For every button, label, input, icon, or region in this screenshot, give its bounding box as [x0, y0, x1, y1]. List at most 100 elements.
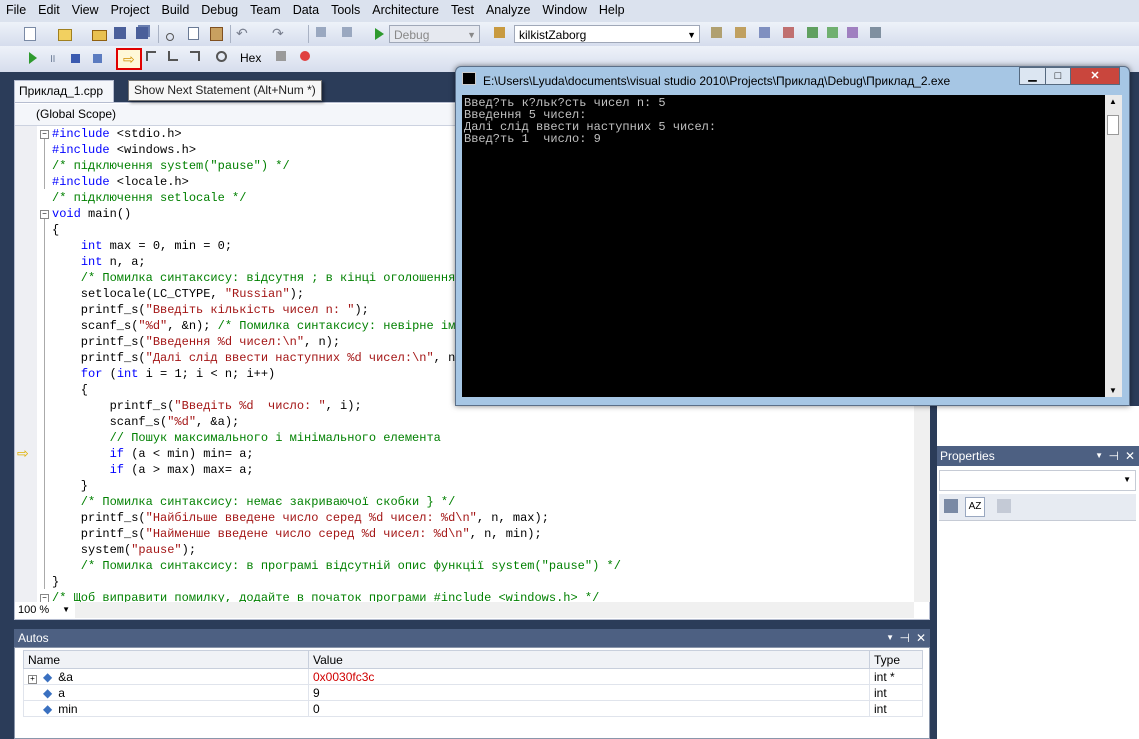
hex-display-button[interactable]: Hex	[240, 49, 266, 67]
toolbar-btn-h[interactable]	[868, 25, 886, 43]
menu-analyze[interactable]: Analyze	[480, 0, 536, 22]
categorized-icon[interactable]	[944, 499, 958, 513]
properties-object-combo[interactable]: ▼	[939, 470, 1136, 491]
toolbar-btn-b[interactable]	[733, 25, 751, 43]
code-line[interactable]: if (a < min) min= a;	[52, 446, 621, 462]
toolbar-btn-c[interactable]	[757, 25, 775, 43]
column-header-name[interactable]: Name	[23, 650, 309, 669]
start-debugging-button[interactable]	[370, 25, 388, 43]
menu-tools[interactable]: Tools	[325, 0, 366, 22]
continue-button[interactable]	[24, 49, 42, 67]
toolbar-btn-g[interactable]	[845, 25, 863, 43]
console-scrollbar[interactable]: ▲ ▼	[1105, 95, 1122, 397]
find-in-files-button[interactable]	[492, 25, 510, 43]
menu-help[interactable]: Help	[593, 0, 631, 22]
document-tab[interactable]: Приклад_1.cpp	[14, 80, 114, 102]
properties-header: Properties ▼ ⊣ ✕	[937, 446, 1139, 466]
menu-test[interactable]: Test	[445, 0, 480, 22]
chevron-down-icon[interactable]: ▼	[886, 629, 894, 647]
break-all-button[interactable]: ॥	[44, 49, 62, 67]
navigate-backward-button[interactable]	[314, 25, 332, 43]
menu-architecture[interactable]: Architecture	[366, 0, 445, 22]
scope-combo[interactable]: (Global Scope)	[20, 106, 356, 122]
alphabetical-icon[interactable]: AZ	[965, 497, 985, 517]
cut-button[interactable]	[164, 25, 182, 43]
toolbar-btn-f[interactable]	[825, 25, 843, 43]
code-line[interactable]: }	[52, 478, 621, 494]
add-item-button[interactable]	[56, 25, 74, 43]
code-line[interactable]: /* Помилка синтаксису: в програмі відсут…	[52, 558, 621, 574]
open-file-button[interactable]	[90, 25, 108, 43]
code-line[interactable]: system("pause");	[52, 542, 621, 558]
table-row[interactable]: ◆ min 0 int	[23, 700, 923, 717]
copy-button[interactable]	[186, 25, 204, 43]
threads-button[interactable]	[274, 49, 292, 67]
row-value[interactable]: 9	[308, 684, 870, 701]
save-all-button[interactable]	[134, 25, 152, 43]
row-value[interactable]: 0x0030fc3c	[308, 668, 870, 685]
step-out-button[interactable]	[188, 49, 206, 67]
pin-icon[interactable]: ⊣	[900, 629, 910, 647]
menu-debug[interactable]: Debug	[195, 0, 244, 22]
table-row[interactable]: ◆ a 9 int	[23, 684, 923, 701]
collapse-icon[interactable]: −	[40, 210, 49, 219]
code-line[interactable]: /* Помилка синтаксису: немає закриваючої…	[52, 494, 621, 510]
hex-label: Hex	[240, 51, 262, 65]
code-line[interactable]: if (a > max) max= a;	[52, 462, 621, 478]
pin-icon[interactable]: ⊣	[1109, 446, 1119, 466]
expand-icon[interactable]: +	[28, 674, 37, 684]
property-pages-icon[interactable]	[997, 499, 1011, 513]
document-tab-label: Приклад_1.cpp	[19, 84, 104, 98]
close-button[interactable]: ✕	[1070, 67, 1120, 85]
toolbar-btn-d[interactable]	[781, 25, 799, 43]
paste-button[interactable]	[208, 25, 226, 43]
solution-configuration-combo[interactable]: Debug ▼	[389, 25, 480, 43]
column-header-value[interactable]: Value	[308, 650, 870, 669]
menu-bar: File Edit View Project Build Debug Team Data Too…	[0, 0, 1139, 22]
scroll-down-icon[interactable]: ▼	[1109, 386, 1117, 395]
indicator-margin	[15, 126, 37, 602]
close-icon[interactable]: ✕	[916, 629, 926, 647]
toolbar-btn-a[interactable]	[709, 25, 727, 43]
row-value[interactable]: 0	[308, 700, 870, 717]
show-next-statement-button[interactable]: ⇨	[116, 48, 142, 70]
code-line[interactable]: // Пошук максимального і мінімального ел…	[52, 430, 621, 446]
zoom-combo[interactable]: 100 % ▼	[15, 602, 73, 618]
stop-debugging-button[interactable]	[66, 49, 84, 67]
menu-view[interactable]: View	[66, 0, 105, 22]
step-into-button[interactable]	[144, 49, 162, 67]
close-icon[interactable]: ✕	[1125, 446, 1135, 466]
save-button[interactable]	[112, 25, 130, 43]
menu-edit[interactable]: Edit	[32, 0, 66, 22]
toolbar-btn-e[interactable]	[805, 25, 823, 43]
breakpoints-button[interactable]	[298, 49, 316, 67]
code-line[interactable]: }	[52, 574, 621, 590]
navigate-forward-button[interactable]	[340, 25, 358, 43]
find-combo[interactable]: kilkistZaborg ▼	[514, 25, 700, 43]
undo-button[interactable]: ↶	[236, 25, 254, 43]
column-header-type[interactable]: Type	[869, 650, 923, 669]
table-row[interactable]: + ◆ &a 0x0030fc3c int *	[23, 668, 923, 685]
editor-horizontal-scrollbar[interactable]	[75, 602, 914, 618]
scroll-up-icon[interactable]: ▲	[1109, 97, 1117, 106]
code-line[interactable]: scanf_s("%d", &a);	[52, 414, 621, 430]
menu-project[interactable]: Project	[105, 0, 156, 22]
restart-button[interactable]	[88, 49, 106, 67]
code-line[interactable]: printf_s("Найменше введене число серед %…	[52, 526, 621, 542]
properties-toolbar: AZ	[939, 494, 1136, 521]
redo-button[interactable]: ↷	[272, 25, 290, 43]
maximize-button[interactable]: □	[1045, 67, 1071, 85]
new-project-button[interactable]	[22, 25, 40, 43]
menu-team[interactable]: Team	[244, 0, 287, 22]
step-over-button[interactable]	[166, 49, 184, 67]
collapse-icon[interactable]: −	[40, 130, 49, 139]
quick-watch-button[interactable]	[214, 49, 232, 67]
minimize-button[interactable]: ▁	[1019, 67, 1046, 85]
chevron-down-icon[interactable]: ▼	[1095, 446, 1103, 466]
code-line[interactable]: printf_s("Найбільше введене число серед …	[52, 510, 621, 526]
menu-build[interactable]: Build	[155, 0, 195, 22]
scroll-thumb[interactable]	[1107, 115, 1119, 135]
menu-file[interactable]: File	[0, 0, 32, 22]
menu-window[interactable]: Window	[536, 0, 592, 22]
menu-data[interactable]: Data	[287, 0, 325, 22]
